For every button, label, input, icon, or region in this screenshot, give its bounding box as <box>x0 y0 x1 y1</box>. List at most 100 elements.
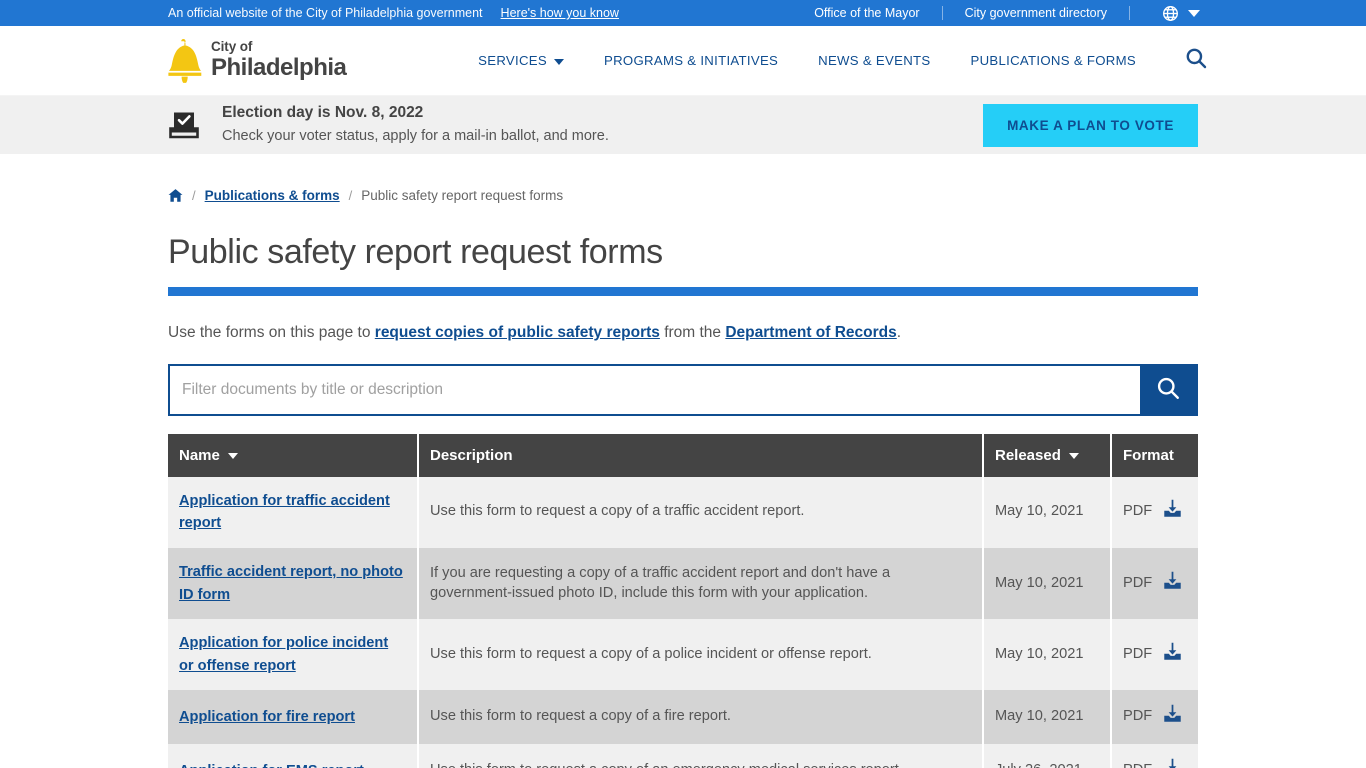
download-icon[interactable] <box>1162 570 1183 598</box>
download-icon[interactable] <box>1162 757 1183 768</box>
breadcrumb-separator: / <box>348 188 353 203</box>
document-filter-bar <box>168 363 1198 416</box>
breadcrumb-separator: / <box>192 188 196 203</box>
cell-name: Application for fire report <box>168 690 419 745</box>
format-label: PDF <box>1123 708 1153 725</box>
alert-subtitle: Check your voter status, apply for a mai… <box>222 128 609 145</box>
intro-link-request-copies[interactable]: request copies of public safety reports <box>375 324 660 341</box>
page-content: / Publications & forms / Public safety r… <box>0 154 1366 768</box>
document-link[interactable]: Application for police incident or offen… <box>179 635 388 674</box>
column-header-label: Description <box>430 446 513 464</box>
alert-text-block: Election day is Nov. 8, 2022 Check your … <box>222 103 609 146</box>
cell-released: May 10, 2021 <box>983 619 1112 691</box>
cell-description: Use this form to request a copy of a pol… <box>418 619 984 691</box>
nav-item-label: PUBLICATIONS & FORMS <box>970 53 1136 68</box>
table-row: Traffic accident report, no photo ID for… <box>168 547 1198 620</box>
cell-format: PDF <box>1111 690 1198 744</box>
page-title: Public safety report request forms <box>168 233 663 271</box>
format-label: PDF <box>1123 574 1153 591</box>
page-intro-text: Use the forms on this page to request co… <box>168 322 1198 344</box>
logo-wordmark: City of Philadelphia <box>211 39 347 82</box>
column-header-label: Format <box>1123 446 1174 464</box>
download-icon[interactable] <box>1162 498 1183 526</box>
column-header-label: Released <box>995 446 1061 464</box>
format-label: PDF <box>1123 645 1153 662</box>
office-of-the-mayor-link[interactable]: Office of the Mayor <box>792 0 941 26</box>
filter-input[interactable] <box>170 365 1140 414</box>
cell-name: Application for police incident or offen… <box>168 619 419 691</box>
document-link[interactable]: Application for traffic accident report <box>179 493 390 532</box>
format-label: PDF <box>1123 761 1152 768</box>
table-row: Application for fire report Use this for… <box>168 690 1198 745</box>
breadcrumb-current-page: Public safety report request forms <box>361 188 564 203</box>
column-header-name[interactable]: Name <box>168 433 419 477</box>
nav-item-services[interactable]: SERVICES <box>458 53 584 68</box>
column-header-description: Description <box>418 433 984 477</box>
breadcrumb-link-publications-forms[interactable]: Publications & forms <box>205 188 340 203</box>
download-icon[interactable] <box>1162 641 1183 669</box>
table-row: Application for police incident or offen… <box>168 619 1198 691</box>
download-icon[interactable] <box>1162 703 1183 731</box>
document-link[interactable]: Application for EMS report <box>179 763 364 768</box>
nav-item-label: PROGRAMS & INITIATIVES <box>603 53 779 68</box>
nav-item-publications-forms[interactable]: PUBLICATIONS & FORMS <box>951 53 1157 68</box>
title-underline-rule <box>168 287 1198 296</box>
documents-table: Name Description Released Format Applica… <box>168 433 1198 768</box>
intro-text-before: Use the forms on this page to <box>168 324 375 341</box>
nav-item-label: NEWS & EVENTS <box>818 53 931 68</box>
alert-title: Election day is Nov. 8, 2022 <box>222 104 424 122</box>
logo-city-text: City of <box>211 39 253 55</box>
table-header-row: Name Description Released Format <box>168 433 1198 477</box>
filter-search-button[interactable] <box>1140 365 1196 414</box>
intro-text-after: . <box>896 324 902 341</box>
nav-item-news-events[interactable]: NEWS & EVENTS <box>798 53 950 68</box>
ballot-box-check-icon <box>168 109 200 141</box>
cell-format: PDF <box>1111 548 1198 619</box>
cell-description: Use this form to request a copy of a fir… <box>418 690 984 745</box>
make-a-plan-to-vote-button[interactable]: MAKE A PLAN TO VOTE <box>983 103 1198 147</box>
format-label: PDF <box>1123 503 1153 520</box>
column-header-format: Format <box>1111 433 1198 477</box>
main-navigation: SERVICES PROGRAMS & INITIATIVES NEWS & E… <box>458 46 1208 75</box>
sort-descending-icon <box>227 453 238 460</box>
cell-description: Use this form to request a copy of a tra… <box>418 476 984 548</box>
city-of-philadelphia-logo[interactable]: City of Philadelphia <box>168 38 347 83</box>
cell-name: Application for EMS report <box>168 744 419 768</box>
city-government-directory-link[interactable]: City government directory <box>943 0 1129 26</box>
table-row: Application for EMS report Use this form… <box>168 744 1198 768</box>
cell-name: Application for traffic accident report <box>168 476 419 548</box>
language-selector[interactable] <box>1130 5 1200 22</box>
cell-released: May 10, 2021 <box>983 476 1112 548</box>
intro-text-middle: from the <box>659 324 726 341</box>
cell-released: July 26, 2021 <box>983 744 1112 768</box>
cell-description: Use this form to request a copy of an em… <box>418 744 984 768</box>
search-icon <box>1184 46 1208 75</box>
breadcrumb: / Publications & forms / Public safety r… <box>168 154 1198 203</box>
table-body: Application for traffic accident report … <box>168 476 1198 768</box>
election-alert-banner: Election day is Nov. 8, 2022 Check your … <box>0 96 1366 154</box>
intro-link-department-of-records[interactable]: Department of Records <box>725 324 896 341</box>
column-header-label: Name <box>179 446 220 464</box>
header-search-button[interactable] <box>1156 46 1208 75</box>
heres-how-you-know-link[interactable]: Here's how you know <box>501 6 619 20</box>
sort-descending-icon <box>1068 453 1079 460</box>
official-website-notice: An official website of the City of Phila… <box>168 6 483 20</box>
cell-name: Traffic accident report, no photo ID for… <box>168 547 419 620</box>
nav-item-programs-initiatives[interactable]: PROGRAMS & INITIATIVES <box>584 53 798 68</box>
cell-format: PDF <box>1111 477 1198 548</box>
cell-released: May 10, 2021 <box>983 690 1112 745</box>
site-masthead: City of Philadelphia SERVICES PROGRAMS &… <box>0 26 1366 96</box>
cell-format: PDF <box>1111 744 1198 768</box>
liberty-bell-icon <box>168 38 202 83</box>
topbar-left-group: An official website of the City of Phila… <box>8 6 619 20</box>
document-link[interactable]: Application for fire report <box>179 709 355 725</box>
document-link[interactable]: Traffic accident report, no photo ID for… <box>179 564 403 603</box>
column-header-released[interactable]: Released <box>983 433 1112 477</box>
home-icon[interactable] <box>168 188 183 203</box>
logo-philadelphia-text: Philadelphia <box>211 54 347 82</box>
cell-format: PDF <box>1111 619 1198 690</box>
table-row: Application for traffic accident report … <box>168 476 1198 548</box>
top-utility-bar: An official website of the City of Phila… <box>0 0 1366 26</box>
globe-icon <box>1162 5 1179 22</box>
search-icon <box>1155 375 1181 404</box>
